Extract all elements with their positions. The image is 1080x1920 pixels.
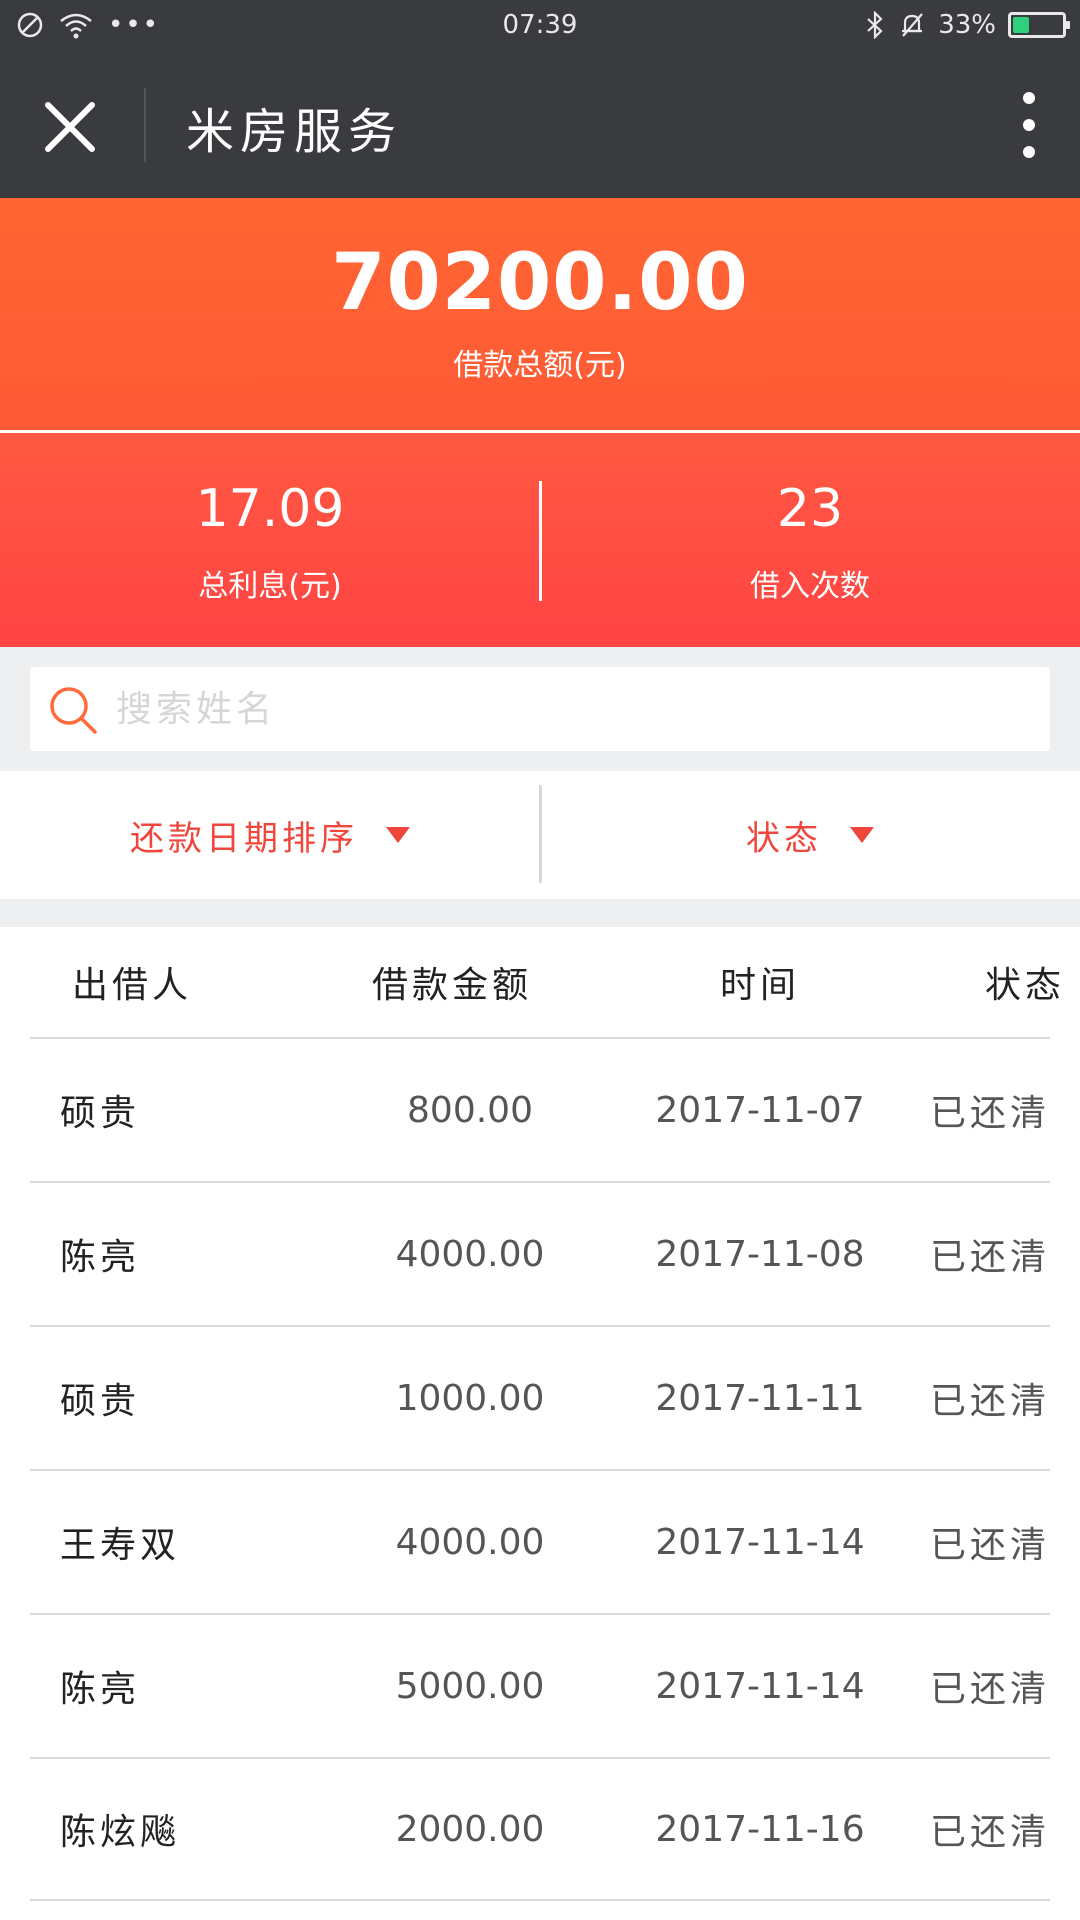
- page-title: 米房服务: [186, 104, 403, 160]
- table-header: 出借人 借款金额 时间 状态: [0, 927, 1080, 1037]
- loan-date: 2017-11-16: [655, 1808, 865, 1850]
- loan-status: 已还清: [930, 1381, 1051, 1422]
- search-box[interactable]: [30, 667, 1050, 751]
- borrow-count-value: 23: [776, 479, 844, 539]
- bluetooth-icon: [867, 11, 883, 39]
- status-right-icons: 33%: [864, 10, 1070, 40]
- header-status: 状态: [985, 965, 1066, 1006]
- header-amount: 借款金额: [372, 965, 533, 1006]
- loan-date: 2017-11-11: [655, 1377, 865, 1419]
- loan-amount: 2000.00: [395, 1808, 545, 1850]
- header-date: 时间: [720, 965, 801, 1006]
- sort-by-repay-date-dropdown[interactable]: 还款日期排序: [0, 771, 540, 899]
- total-amount-label: 借款总额(元): [453, 348, 627, 383]
- more-dot-icon: [1023, 92, 1035, 104]
- table-row[interactable]: 陈亮 5000.00 2017-11-14 已还清: [30, 1613, 1050, 1757]
- close-button[interactable]: [40, 97, 100, 157]
- caret-down-icon: [386, 827, 410, 843]
- table-row[interactable]: 硕贵 1000.00 2017-11-11 已还清: [30, 1325, 1050, 1469]
- more-menu-button[interactable]: [1014, 92, 1044, 158]
- filter-bar: 还款日期排序 状态: [0, 771, 1080, 899]
- lender-name: 陈亮: [60, 1669, 141, 1710]
- lender-name: 硕贵: [60, 1093, 141, 1134]
- status-bar: ••• 07:39 33%: [0, 0, 1080, 52]
- battery-fill: [1013, 17, 1029, 33]
- loan-amount: 1000.00: [395, 1377, 545, 1419]
- section-gap: [0, 899, 1080, 927]
- lender-name: 陈亮: [60, 1237, 141, 1278]
- sort-label: 还款日期排序: [130, 818, 358, 859]
- loan-date: 2017-11-07: [655, 1089, 865, 1131]
- loan-amount: 800.00: [407, 1089, 533, 1131]
- loan-date: 2017-11-14: [655, 1665, 865, 1707]
- battery-percent: 33%: [938, 10, 996, 40]
- lender-name: 硕贵: [60, 1381, 141, 1422]
- loan-status: 已还清: [930, 1093, 1051, 1134]
- header-lender: 出借人: [72, 965, 193, 1006]
- loan-status: 已还清: [930, 1812, 1051, 1853]
- lender-name: 王寿双: [60, 1525, 181, 1566]
- summary-total: 70200.00 借款总额(元): [0, 198, 1080, 430]
- search-area: [0, 647, 1080, 771]
- loan-status: 已还清: [930, 1669, 1051, 1710]
- loan-status: 已还清: [930, 1525, 1051, 1566]
- interest-value: 17.09: [195, 479, 345, 539]
- table-row[interactable]: 陈炫飚 2000.00 2017-11-16 已还清: [30, 1757, 1050, 1901]
- status-filter-label: 状态: [746, 818, 822, 859]
- battery-icon: [1008, 12, 1070, 38]
- borrow-count-label: 借入次数: [750, 569, 870, 604]
- borrow-count-stat: 23 借入次数: [540, 433, 1080, 647]
- lender-name: 陈炫飚: [60, 1812, 181, 1853]
- loan-amount: 5000.00: [395, 1665, 545, 1707]
- title-bar: 米房服务: [0, 52, 1080, 198]
- title-divider: [144, 88, 146, 162]
- more-dot-icon: [1023, 119, 1035, 131]
- table-row[interactable]: 硕贵 800.00 2017-11-07 已还清: [30, 1037, 1050, 1181]
- table-row[interactable]: 王寿双 4000.00 2017-11-14 已还清: [30, 1469, 1050, 1613]
- interest-stat: 17.09 总利息(元): [0, 433, 540, 647]
- caret-down-icon: [850, 827, 874, 843]
- search-input[interactable]: [116, 667, 1026, 751]
- loan-amount: 4000.00: [395, 1233, 545, 1275]
- loan-amount: 4000.00: [395, 1521, 545, 1563]
- status-filter-dropdown[interactable]: 状态: [540, 771, 1080, 899]
- search-icon: [50, 687, 97, 734]
- table-row[interactable]: 陈亮 4000.00 2017-11-08 已还清: [30, 1181, 1050, 1325]
- total-amount: 70200.00: [331, 238, 749, 328]
- bell-muted-icon: [902, 13, 924, 37]
- loan-date: 2017-11-14: [655, 1521, 865, 1563]
- loan-status: 已还清: [930, 1237, 1051, 1278]
- interest-label: 总利息(元): [198, 569, 342, 604]
- loan-date: 2017-11-08: [655, 1233, 865, 1275]
- close-icon: [45, 102, 95, 152]
- more-dot-icon: [1023, 146, 1035, 158]
- loan-list: 硕贵 800.00 2017-11-07 已还清 陈亮 4000.00 2017…: [0, 1037, 1080, 1901]
- summary-stats: 17.09 总利息(元) 23 借入次数: [0, 433, 1080, 647]
